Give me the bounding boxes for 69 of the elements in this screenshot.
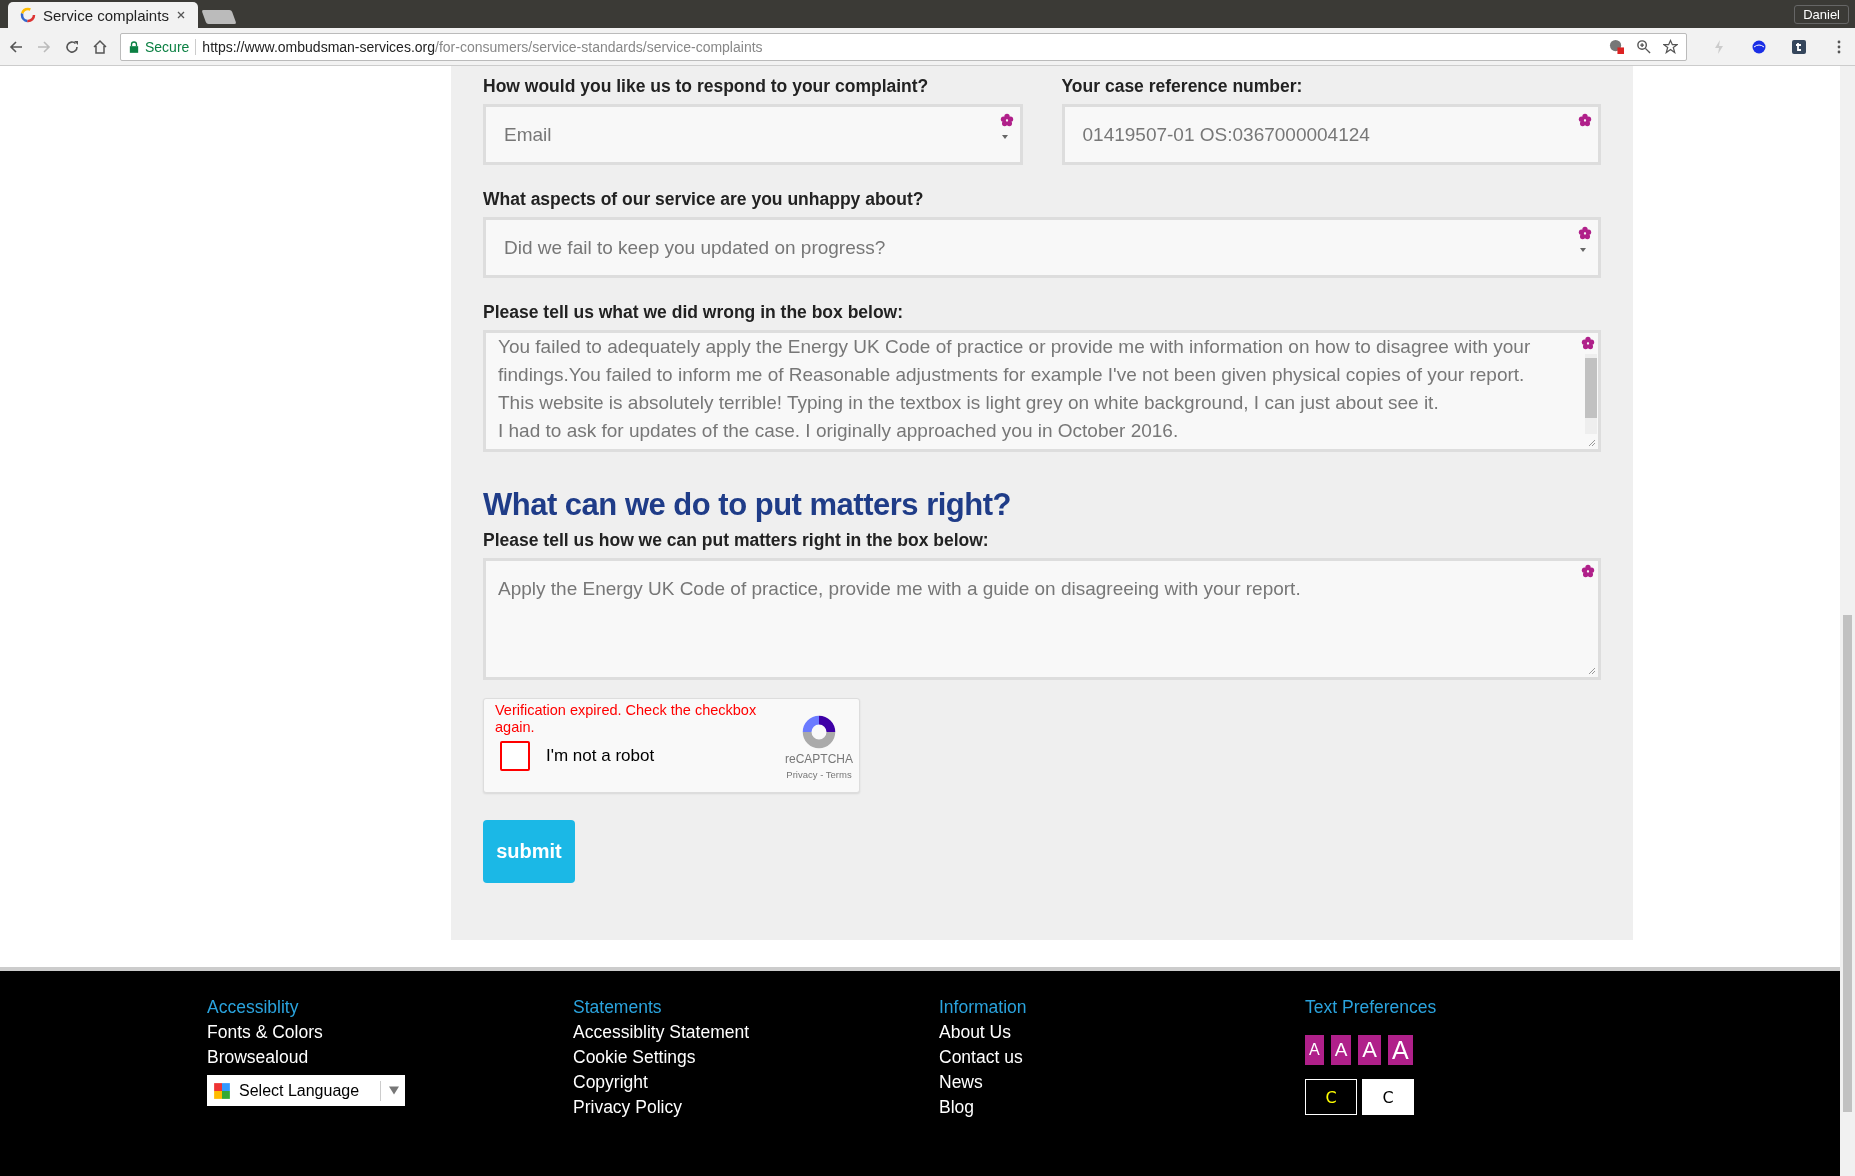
footer-link[interactable]: Contact us xyxy=(939,1047,1305,1072)
resize-grip-icon[interactable] xyxy=(1588,667,1596,675)
resize-grip-icon[interactable] xyxy=(1588,439,1596,447)
profile-button[interactable]: Daniel xyxy=(1794,4,1849,24)
field-label: Please tell us what we did wrong in the box below: xyxy=(483,302,905,324)
star-icon[interactable] xyxy=(1663,39,1678,54)
recaptcha-brand: reCAPTCHA xyxy=(785,752,853,766)
footer-link[interactable]: Copyright xyxy=(573,1072,939,1097)
field-label: What aspects of our service are you unhappy about? xyxy=(483,189,925,211)
text-size-button[interactable]: A xyxy=(1358,1035,1382,1065)
footer-link[interactable]: Privacy Policy xyxy=(573,1097,939,1122)
extension-icon[interactable] xyxy=(1791,38,1807,55)
loading-ring-icon xyxy=(20,7,36,23)
required-flower-icon xyxy=(1581,336,1595,350)
url-text: https://www.ombudsman-services.org/for-consumers/service-standards/service-complaints xyxy=(202,38,763,55)
field-label: Your case reference number: xyxy=(1061,76,1304,98)
checkbox-label: I'm not a robot xyxy=(546,746,655,766)
field-label: How would you like us to respond to your complaint? xyxy=(483,76,930,98)
error-message: Verification expired. Check the checkbox again. xyxy=(495,702,758,736)
footer-link[interactable]: Cookie Settings xyxy=(573,1047,939,1072)
google-logo-icon xyxy=(213,1081,231,1100)
scrollbar[interactable] xyxy=(1585,354,1597,434)
caret-icon xyxy=(1001,135,1008,139)
section-heading: What can we do to put matters right? xyxy=(483,486,1012,524)
contrast-button[interactable]: C xyxy=(1362,1079,1414,1115)
required-flower-icon xyxy=(1578,113,1592,127)
terms-link[interactable]: Terms xyxy=(825,769,852,780)
address-bar[interactable]: Secure https://www.ombudsman-services.org/for-consumers/service-standards/service-complaints xyxy=(120,32,1687,61)
footer-heading: Accessiblity xyxy=(207,997,300,1019)
language-select[interactable]: Select Language xyxy=(207,1075,405,1106)
close-icon[interactable] xyxy=(176,10,186,20)
footer-link[interactable]: About Us xyxy=(939,1022,1305,1047)
reload-icon[interactable] xyxy=(64,38,80,55)
required-flower-icon xyxy=(999,113,1014,127)
lock-icon xyxy=(129,40,139,53)
round-extension-icon[interactable] xyxy=(1751,38,1767,55)
footer-link[interactable]: News xyxy=(939,1072,1305,1097)
footer-link[interactable]: Fonts & Colors xyxy=(207,1022,573,1047)
browser-tab[interactable]: Service complaints xyxy=(8,2,198,28)
checkbox[interactable] xyxy=(500,741,530,771)
zoom-icon[interactable] xyxy=(1636,39,1651,54)
footer-heading: Information xyxy=(939,997,1028,1019)
footer-heading: Text Preferences xyxy=(1305,997,1438,1019)
secure-label: Secure xyxy=(145,38,190,55)
footer-link[interactable]: Browsealoud xyxy=(207,1047,573,1072)
link-separator: - xyxy=(819,769,825,780)
footer-heading: Statements xyxy=(573,997,663,1019)
required-flower-icon xyxy=(1581,564,1595,578)
cookie-blocked-icon[interactable] xyxy=(1609,39,1624,54)
required-flower-icon xyxy=(1578,226,1592,240)
privacy-link[interactable]: Privacy xyxy=(786,769,818,780)
home-icon[interactable] xyxy=(92,38,108,55)
select-field[interactable]: Did we fail to keep you updated on progress? xyxy=(483,217,1601,278)
select-field[interactable]: Email xyxy=(483,104,1023,165)
text-size-button[interactable]: A xyxy=(1330,1035,1352,1065)
input-field[interactable]: 01419507-01 OS:0367000004124 xyxy=(1061,104,1601,165)
contrast-button[interactable]: C xyxy=(1305,1079,1357,1115)
caret-icon xyxy=(1580,248,1586,252)
text-size-button[interactable]: A xyxy=(1305,1035,1324,1065)
field-label: Please tell us how we can put matters right in the box below: xyxy=(483,530,990,552)
textarea-field[interactable]: Apply the Energy UK Code of practice, provide me with a guide on disagreeing with your report. xyxy=(483,558,1601,680)
new-tab-button[interactable] xyxy=(201,10,237,24)
text-size-button[interactable]: A xyxy=(1388,1035,1413,1065)
footer-link[interactable]: Blog xyxy=(939,1097,1305,1122)
textarea-field[interactable]: You failed to adequately apply the Energy UK Code of practice or provide me with information on how to disagree with your findings.You failed to inform me of Reasonable adjustments for example I've not been given physical copies of your report. This website is absolutely terrible! Typing in the textbox is light grey on white background, I can just about see it. I had to ask for updates of the case. I originally approached you in October 2016. xyxy=(483,330,1601,452)
footer-link[interactable]: Accessiblity Statement xyxy=(573,1022,939,1047)
caret-icon xyxy=(389,1086,399,1095)
back-icon[interactable] xyxy=(8,38,24,55)
scrollbar[interactable] xyxy=(1840,66,1855,1176)
